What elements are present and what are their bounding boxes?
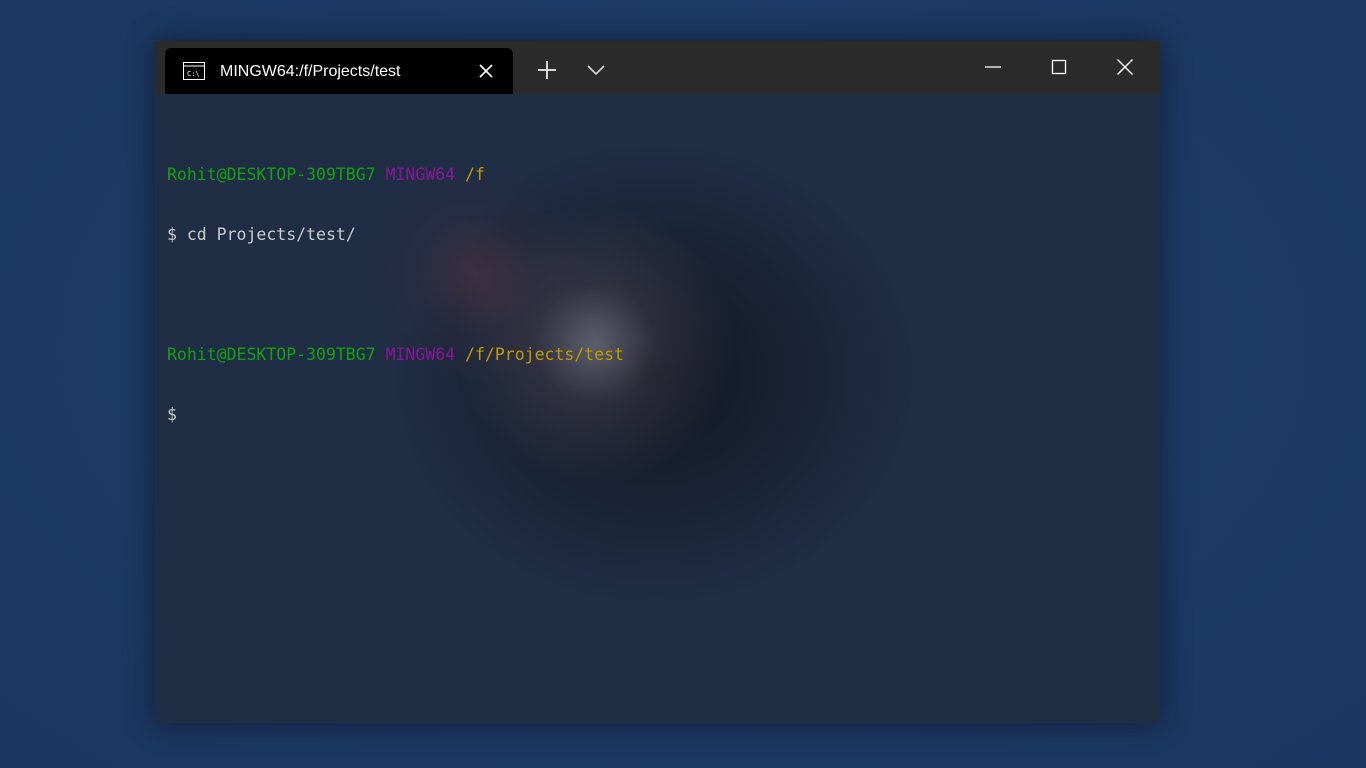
terminal-window: C:\ MINGW64:/f/Projects/test Rohit@DESKT…	[155, 41, 1160, 723]
command-line: $ cd Projects/test/	[167, 225, 624, 245]
maximize-icon	[1051, 59, 1067, 75]
maximize-button[interactable]	[1026, 41, 1092, 94]
close-icon	[1116, 58, 1134, 76]
prompt-host: MINGW64	[385, 165, 456, 184]
input-line[interactable]: $	[167, 405, 624, 425]
prompt-host: MINGW64	[385, 345, 456, 364]
prompt-line: Rohit@DESKTOP-309TBG7 MINGW64 /f	[167, 165, 624, 185]
prompt-symbol: $	[167, 405, 177, 424]
prompt-symbol: $	[167, 225, 177, 244]
close-window-button[interactable]	[1092, 41, 1158, 94]
terminal-text: Rohit@DESKTOP-309TBG7 MINGW64 /f $ cd Pr…	[167, 125, 624, 465]
minimize-icon	[985, 66, 1001, 68]
tab-mingw64[interactable]: C:\ MINGW64:/f/Projects/test	[165, 48, 513, 94]
title-bar[interactable]: C:\ MINGW64:/f/Projects/test	[155, 41, 1160, 94]
tab-close-icon[interactable]	[476, 61, 496, 81]
plus-icon[interactable]	[535, 58, 559, 82]
terminal-output[interactable]: Rohit@DESKTOP-309TBG7 MINGW64 /f $ cd Pr…	[155, 94, 1160, 723]
prompt-path: /f/Projects/test	[465, 345, 624, 364]
tab-title: MINGW64:/f/Projects/test	[220, 63, 401, 80]
prompt-line: Rohit@DESKTOP-309TBG7 MINGW64 /f/Project…	[167, 345, 624, 365]
prompt-user: Rohit@DESKTOP-309TBG7	[167, 345, 376, 364]
command-text: cd Projects/test/	[186, 225, 356, 244]
chevron-down-icon[interactable]	[584, 58, 608, 82]
svg-text:C:\: C:\	[187, 70, 200, 78]
prompt-user: Rohit@DESKTOP-309TBG7	[167, 165, 376, 184]
minimize-button[interactable]	[960, 41, 1026, 94]
prompt-path: /f	[465, 165, 485, 184]
terminal-icon: C:\	[183, 62, 205, 80]
